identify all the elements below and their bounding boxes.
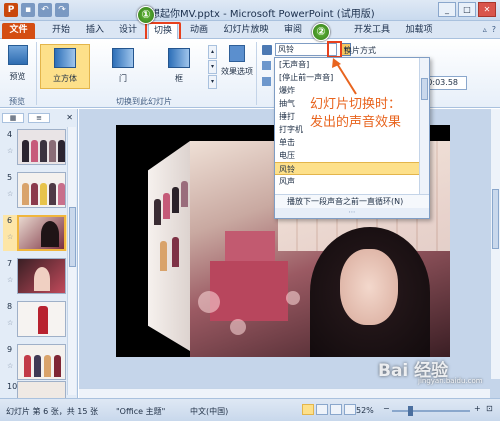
cube-transition-icon xyxy=(54,48,76,68)
minimize-ribbon-icon[interactable]: ▵ xyxy=(483,25,487,34)
slides-tab-icon[interactable]: ▦ xyxy=(2,112,24,123)
save-icon[interactable]: ▪ xyxy=(21,3,35,17)
gallery-more-icon[interactable]: ▾ xyxy=(208,75,217,89)
preview-button[interactable]: 预览 xyxy=(5,43,30,87)
language-status[interactable]: 中文(中国) xyxy=(190,406,228,417)
tab-insert[interactable]: 插入 xyxy=(82,23,108,39)
duration-icon xyxy=(262,61,271,70)
slide-thumbnail[interactable]: 10 xyxy=(3,381,67,398)
preview-icon xyxy=(7,45,28,65)
window-controls: _ □ ✕ xyxy=(438,2,496,17)
step-badge-1: ① xyxy=(137,6,155,24)
door-transition-icon xyxy=(112,48,134,68)
effect-options-icon xyxy=(229,45,245,62)
annotation-callout: 幻灯片切换时： 发出的声音效果 xyxy=(310,97,402,130)
normal-view-icon[interactable] xyxy=(302,404,314,415)
slides-panel-scrollbar[interactable] xyxy=(67,127,76,395)
status-bar: 幻灯片 第 6 张，共 15 张 "Office 主题" 中文(中国) 52% … xyxy=(0,398,500,421)
dropdown-scrollbar[interactable] xyxy=(419,58,429,195)
annotation-arrow-icon xyxy=(332,58,357,95)
redo-icon[interactable]: ↷ xyxy=(55,3,69,17)
effect-options-button[interactable]: 效果选项 xyxy=(221,43,253,89)
fit-to-window-icon[interactable]: ⊡ xyxy=(486,404,493,413)
minimize-button[interactable]: _ xyxy=(438,2,456,17)
tab-home[interactable]: 开始 xyxy=(48,23,74,39)
sound-dropdown-highlight xyxy=(327,41,342,58)
zoom-out-icon[interactable]: − xyxy=(383,404,390,413)
slide-thumbnail[interactable]: 9 ☆ xyxy=(3,344,67,380)
transition-cube[interactable]: 立方体 xyxy=(40,44,90,89)
slide-vertical-scrollbar[interactable] xyxy=(490,109,500,379)
transition-box[interactable]: 框 xyxy=(154,44,204,89)
tab-review[interactable]: 审阅 xyxy=(280,23,306,39)
loop-until-next-sound-option[interactable]: 播放下一段声音之前一直循环(N) xyxy=(275,194,429,208)
title-bar: P ▪ ↶ ↷ 想起你MV.pptx - Microsoft PowerPoin… xyxy=(0,0,500,21)
tab-animations[interactable]: 动画 xyxy=(186,23,212,39)
preview-label: 预览 xyxy=(9,72,26,81)
slideshow-view-icon[interactable] xyxy=(344,404,356,415)
close-button[interactable]: ✕ xyxy=(478,2,496,17)
transition-group-label: 切换到此幻灯片 xyxy=(116,97,172,106)
step-badge-2: ② xyxy=(312,23,330,41)
sound-icon xyxy=(262,44,272,55)
powerpoint-logo-icon: P xyxy=(4,3,18,17)
zoom-slider-knob[interactable] xyxy=(408,406,414,416)
slide-thumbnail[interactable]: 8 ☆ xyxy=(3,301,67,337)
slide-horizontal-scrollbar[interactable] xyxy=(79,388,490,398)
transition-gallery-scroll[interactable]: ▴ ▾ ▾ xyxy=(208,45,217,89)
tab-developer[interactable]: 开发工具 xyxy=(352,23,392,39)
sound-option-selected[interactable]: 风铃 xyxy=(275,162,429,175)
window-title: 想起你MV.pptx - Microsoft PowerPoint (试用版) xyxy=(150,9,375,20)
dropdown-resize-grip-icon[interactable]: ⋯ xyxy=(275,208,429,218)
reading-view-icon[interactable] xyxy=(330,404,342,415)
theme-status: "Office 主题" xyxy=(116,407,166,416)
slide-thumbnail[interactable]: 5 ☆ xyxy=(3,172,67,208)
slide-thumbnail[interactable]: 4 ☆ xyxy=(3,129,67,165)
zoom-in-icon[interactable]: + xyxy=(474,404,481,413)
box-transition-icon xyxy=(168,48,190,68)
apply-all-icon xyxy=(262,77,271,86)
cube-side-face xyxy=(148,141,190,351)
panel-close-icon[interactable]: ✕ xyxy=(66,113,73,122)
sound-option[interactable]: 单击 xyxy=(275,136,429,149)
slide-thumbnail[interactable]: 7 ☆ xyxy=(3,258,67,294)
baidu-watermark-url: jingyan.baidu.com xyxy=(418,377,483,385)
help-icon[interactable]: ? xyxy=(492,25,496,34)
view-buttons xyxy=(302,404,356,415)
gallery-up-icon[interactable]: ▴ xyxy=(208,45,217,59)
tab-file[interactable]: 文件 xyxy=(2,23,35,39)
slides-panel: ▦ ≡ ✕ 4 ☆ 5 ☆ 6 ☆ 7 ☆ 8 ☆ 9 ☆ 10 xyxy=(0,109,78,398)
tab-design[interactable]: 设计 xyxy=(115,23,141,39)
ribbon-tab-row: 文件 开始 插入 设计 切换 动画 幻灯片放映 审阅 开发工具 加载项 ▵ ? xyxy=(0,21,500,39)
zoom-slider[interactable] xyxy=(392,406,470,416)
transition-door[interactable]: 门 xyxy=(98,44,148,89)
gallery-down-icon[interactable]: ▾ xyxy=(208,60,217,74)
zoom-level[interactable]: 52% xyxy=(356,406,374,415)
quick-access-toolbar: P ▪ ↶ ↷ xyxy=(4,3,69,17)
preview-group-label: 预览 xyxy=(9,97,25,106)
advance-slide-label: 换片方式 xyxy=(344,46,376,55)
slide-sorter-view-icon[interactable] xyxy=(316,404,328,415)
sound-option[interactable]: 电压 xyxy=(275,149,429,162)
slide-count-status: 幻灯片 第 6 张，共 15 张 xyxy=(6,407,98,416)
tab-slide-show[interactable]: 幻灯片放映 xyxy=(222,23,270,39)
tab-add-ins[interactable]: 加载项 xyxy=(402,23,436,39)
maximize-button[interactable]: □ xyxy=(458,2,476,17)
slide-thumbnail-selected[interactable]: 6 ☆ xyxy=(3,215,67,251)
sound-option[interactable]: 风声 xyxy=(275,175,429,188)
undo-icon[interactable]: ↶ xyxy=(38,3,52,17)
outline-tab-icon[interactable]: ≡ xyxy=(28,112,50,123)
